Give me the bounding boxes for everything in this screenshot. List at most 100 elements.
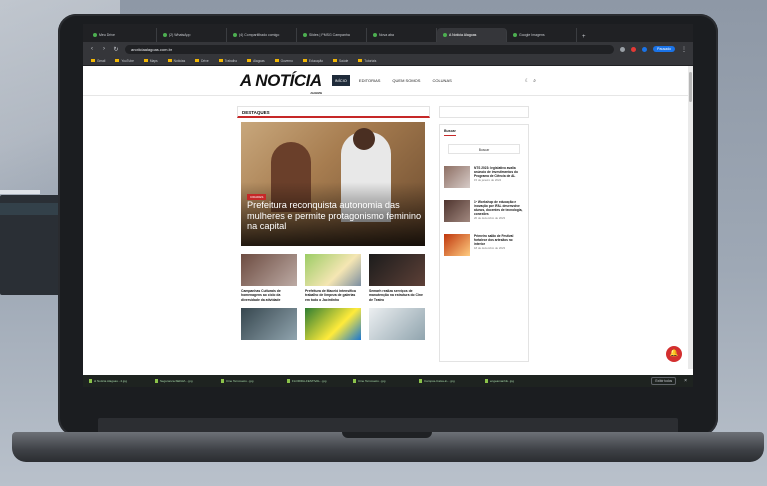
sidebar-news-item[interactable]: Primeiro salão de Festival fortalece dos… — [444, 234, 524, 256]
sidebar-search-button[interactable]: Buscar — [448, 144, 520, 154]
article-card[interactable] — [369, 308, 425, 341]
bookmark-item[interactable]: Maps — [144, 59, 158, 63]
article-card[interactable]: Semarh realiza serviços de manutenção na… — [369, 254, 425, 302]
browser-tab[interactable]: Slides | PMSG Campanha — [297, 28, 367, 42]
download-item[interactable]: FLORIDA-FESTIVAL...jpg — [287, 379, 345, 383]
notification-bell-icon[interactable]: 🔔 — [666, 346, 682, 362]
bookmark-item[interactable]: Trabalho — [219, 59, 237, 63]
menu-item-editorias[interactable]: EDITORIAS — [356, 75, 384, 86]
bookmark-item[interactable]: Tutoriais — [358, 59, 376, 63]
extension-icon[interactable] — [620, 46, 626, 52]
section-title: DESTAQUES — [237, 106, 430, 118]
profile-button[interactable]: Pausado — [653, 46, 675, 52]
tab-favicon-icon — [93, 33, 97, 37]
download-item[interactable]: Seguranca-SEFAZ-...jpg — [155, 379, 213, 383]
browser-tab[interactable]: (2) WhatsApp — [157, 28, 227, 42]
tab-favicon-icon — [373, 33, 377, 37]
page-scrollbar[interactable] — [688, 66, 693, 369]
sidebar-thumbnail[interactable] — [444, 200, 470, 222]
article-thumbnail[interactable] — [369, 254, 425, 286]
sidebar-news-item[interactable]: 1º Workshop de educação e inovação por I… — [444, 200, 524, 222]
sidebar-news-title[interactable]: NTS 2023: legislativo avalia anúncio de … — [474, 166, 524, 178]
download-item[interactable]: Cine Ternoveiro...jpg — [221, 379, 279, 383]
bookmark-item[interactable]: Gmail — [91, 59, 105, 63]
bookmark-item[interactable]: Notícias — [168, 59, 186, 63]
tab-label: Google Imagens — [519, 33, 545, 37]
tab-favicon-icon — [443, 33, 447, 37]
tab-label: Slides | PMSG Campanha — [309, 33, 350, 37]
article-card[interactable]: Campanhas Culturais de homenagens ao cic… — [241, 254, 297, 302]
sidebar-news-title[interactable]: Primeiro salão de Festival fortalece dos… — [474, 234, 524, 246]
bookmark-item[interactable]: Educação — [303, 59, 323, 63]
main-content: DESTAQUES CIDADES Prefeitura reconquista… — [237, 106, 430, 366]
logo-text: A NOTÍCIA — [239, 70, 322, 90]
bookmark-item[interactable]: YouTube — [115, 59, 134, 63]
article-title[interactable]: Campanhas Culturais de homenagens ao cic… — [241, 289, 297, 302]
show-all-downloads-button[interactable]: Exibir todos — [651, 377, 677, 385]
main-menu: INÍCIO EDITORIAS QUEM SOMOS COLUNAS — [331, 75, 455, 86]
article-thumbnail[interactable] — [305, 254, 361, 286]
forward-icon[interactable]: › — [101, 46, 107, 52]
close-icon[interactable]: × — [684, 378, 687, 384]
browser-tab-active[interactable]: A Notícia Alagoas — [437, 28, 507, 42]
browser-tab[interactable]: Meu Drive — [87, 28, 157, 42]
sidebar-panel: Buscar Buscar NTS 2023: legislativo aval… — [439, 124, 529, 362]
download-item[interactable]: Campos-Caixa-in-...jpg — [419, 379, 477, 383]
hero-image-head — [353, 128, 375, 150]
download-item[interactable]: Cine Ternoveiro...jpg — [353, 379, 411, 383]
extension-icon[interactable] — [631, 46, 637, 52]
tab-favicon-icon — [513, 33, 517, 37]
hero-title[interactable]: Prefeitura reconquista autonomia das mul… — [247, 200, 422, 232]
tab-favicon-icon — [233, 33, 237, 37]
news-site: A NOTÍCIA ALAGOAS INÍCIO EDITORIAS QUEM … — [83, 66, 693, 369]
article-card[interactable] — [241, 308, 297, 341]
article-thumbnail[interactable] — [369, 308, 425, 341]
download-item[interactable]: engeamanhã...jpg — [485, 379, 543, 383]
laptop-base — [12, 432, 764, 462]
url-field[interactable]: anoticiaalagoas.com.br — [125, 44, 615, 54]
sidebar-news-title[interactable]: 1º Workshop de educação e inovação por I… — [474, 200, 524, 216]
menu-kebab-icon[interactable]: ⋮ — [681, 46, 687, 53]
download-item[interactable]: sl Notícia Alagoas - 2.jpg — [89, 379, 147, 383]
browser-tab[interactable]: Nova aba — [367, 28, 437, 42]
tab-label: (2) WhatsApp — [169, 33, 191, 37]
hero-article[interactable]: CIDADES Prefeitura reconquista autonomia… — [241, 122, 425, 246]
bookmarks-bar: Gmail YouTube Maps Notícias Drive Trabal… — [83, 56, 693, 66]
menu-item-quem-somos[interactable]: QUEM SOMOS — [389, 75, 423, 86]
sidebar-thumbnail[interactable] — [444, 234, 470, 256]
sidebar-thumbnail[interactable] — [444, 166, 470, 188]
bookmark-item[interactable]: Drive — [195, 59, 208, 63]
sidebar-title-underline — [444, 135, 456, 136]
sidebar-news-item[interactable]: NTS 2023: legislativo avalia anúncio de … — [444, 166, 524, 188]
article-title[interactable]: Semarh realiza serviços de manutenção na… — [369, 289, 425, 302]
browser-tab[interactable]: (4) Compartilhado comigo — [227, 28, 297, 42]
article-thumbnail[interactable] — [241, 254, 297, 286]
tab-favicon-icon — [163, 33, 167, 37]
background-cable — [0, 190, 40, 194]
bookmark-item[interactable]: Saúde — [333, 59, 348, 63]
tab-favicon-icon — [303, 33, 307, 37]
article-card[interactable]: Prefeitura de Maceió intensifica trabalh… — [305, 254, 361, 302]
site-logo[interactable]: A NOTÍCIA ALAGOAS — [239, 70, 322, 95]
laptop-screen: Meu Drive (2) WhatsApp (4) Compartilhado… — [83, 24, 693, 387]
article-thumbnail[interactable] — [241, 308, 297, 341]
browser-tab[interactable]: Google Imagens — [507, 28, 577, 42]
bookmark-item[interactable]: Alagoas — [247, 59, 265, 63]
bookmark-item[interactable]: Governo — [275, 59, 293, 63]
extension-icon[interactable] — [642, 46, 648, 52]
new-tab-icon[interactable]: + — [577, 32, 591, 42]
dark-mode-icon[interactable]: ☾ — [525, 78, 529, 84]
search-icon[interactable]: ⌕ — [533, 78, 536, 84]
downloads-bar: sl Notícia Alagoas - 2.jpg Seguranca-SEF… — [83, 375, 693, 387]
sidebar-news-date: 18 de dezembro de 2023 — [474, 246, 506, 250]
article-thumbnail[interactable] — [305, 308, 361, 341]
menu-item-colunas[interactable]: COLUNAS — [429, 75, 454, 86]
sidebar-title: Buscar — [444, 129, 456, 133]
tab-label: Nova aba — [379, 33, 394, 37]
back-icon[interactable]: ‹ — [89, 46, 95, 52]
reload-icon[interactable]: ↻ — [113, 46, 119, 53]
article-title[interactable]: Prefeitura de Maceió intensifica trabalh… — [305, 289, 361, 302]
header-tools: ☾ ⌕ — [525, 78, 536, 84]
menu-item-inicio[interactable]: INÍCIO — [331, 75, 350, 86]
article-card[interactable] — [305, 308, 361, 341]
